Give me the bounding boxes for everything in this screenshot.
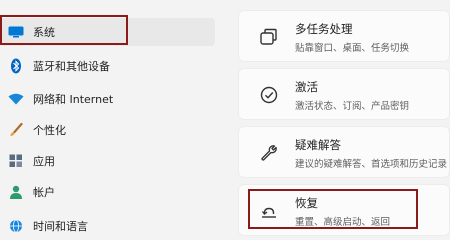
bluetooth-icon	[6, 58, 26, 74]
sidebar-item-bluetooth[interactable]: 蓝牙和其他设备	[0, 52, 215, 80]
sidebar-item-label: 时间和语言	[33, 220, 88, 233]
monitor-icon	[6, 24, 26, 40]
card-description: 激活状态、订阅、产品密钥	[295, 101, 410, 112]
card-description: 贴靠窗口、桌面、任务切换	[295, 43, 410, 54]
sidebar-item-apps[interactable]: 应用	[0, 147, 215, 175]
activation-card[interactable]: 激活 激活状态、订阅、产品密钥	[238, 68, 450, 120]
sidebar-item-label: 系统	[33, 26, 55, 39]
multitasking-card[interactable]: 多任务处理 贴靠窗口、桌面、任务切换	[238, 10, 450, 62]
wifi-icon	[6, 91, 26, 107]
sidebar-item-accounts[interactable]: 帐户	[0, 178, 215, 206]
sidebar-item-label: 蓝牙和其他设备	[33, 60, 110, 73]
card-description: 建议的疑难解答、首选项和历史记录	[295, 159, 448, 170]
sidebar-item-network[interactable]: 网络和 Internet	[0, 85, 215, 113]
card-title: 激活	[295, 80, 318, 94]
troubleshoot-card[interactable]: 疑难解答 建议的疑难解答、首选项和历史记录	[238, 126, 450, 178]
check-circle-icon	[259, 85, 279, 105]
sidebar-item-label: 个性化	[33, 124, 66, 137]
card-title: 恢复	[295, 196, 318, 210]
settings-sidebar: 系统 蓝牙和其他设备 网络和 Internet 个性化 应用 帐户 时间和语言	[0, 0, 232, 233]
apps-icon	[6, 153, 26, 169]
sidebar-item-label: 应用	[33, 155, 55, 168]
brush-icon	[6, 122, 26, 138]
card-description: 重置、高级启动、返回	[295, 217, 391, 228]
multitask-icon	[259, 27, 279, 47]
person-icon	[6, 184, 26, 200]
sidebar-item-label: 网络和 Internet	[33, 93, 114, 106]
sidebar-item-label: 帐户	[33, 186, 55, 199]
globe-icon	[6, 218, 26, 234]
sidebar-item-personalization[interactable]: 个性化	[0, 116, 215, 144]
sidebar-item-time-language[interactable]: 时间和语言	[0, 212, 215, 240]
wrench-icon	[259, 143, 279, 163]
card-title: 多任务处理	[295, 22, 353, 36]
recovery-icon	[259, 201, 279, 221]
sidebar-item-system[interactable]: 系统	[0, 18, 215, 46]
card-title: 疑难解答	[295, 138, 341, 152]
settings-main: 多任务处理 贴靠窗口、桌面、任务切换 激活 激活状态、订阅、产品密钥 疑难解答 …	[238, 0, 450, 236]
recovery-card[interactable]: 恢复 重置、高级启动、返回	[238, 184, 450, 236]
